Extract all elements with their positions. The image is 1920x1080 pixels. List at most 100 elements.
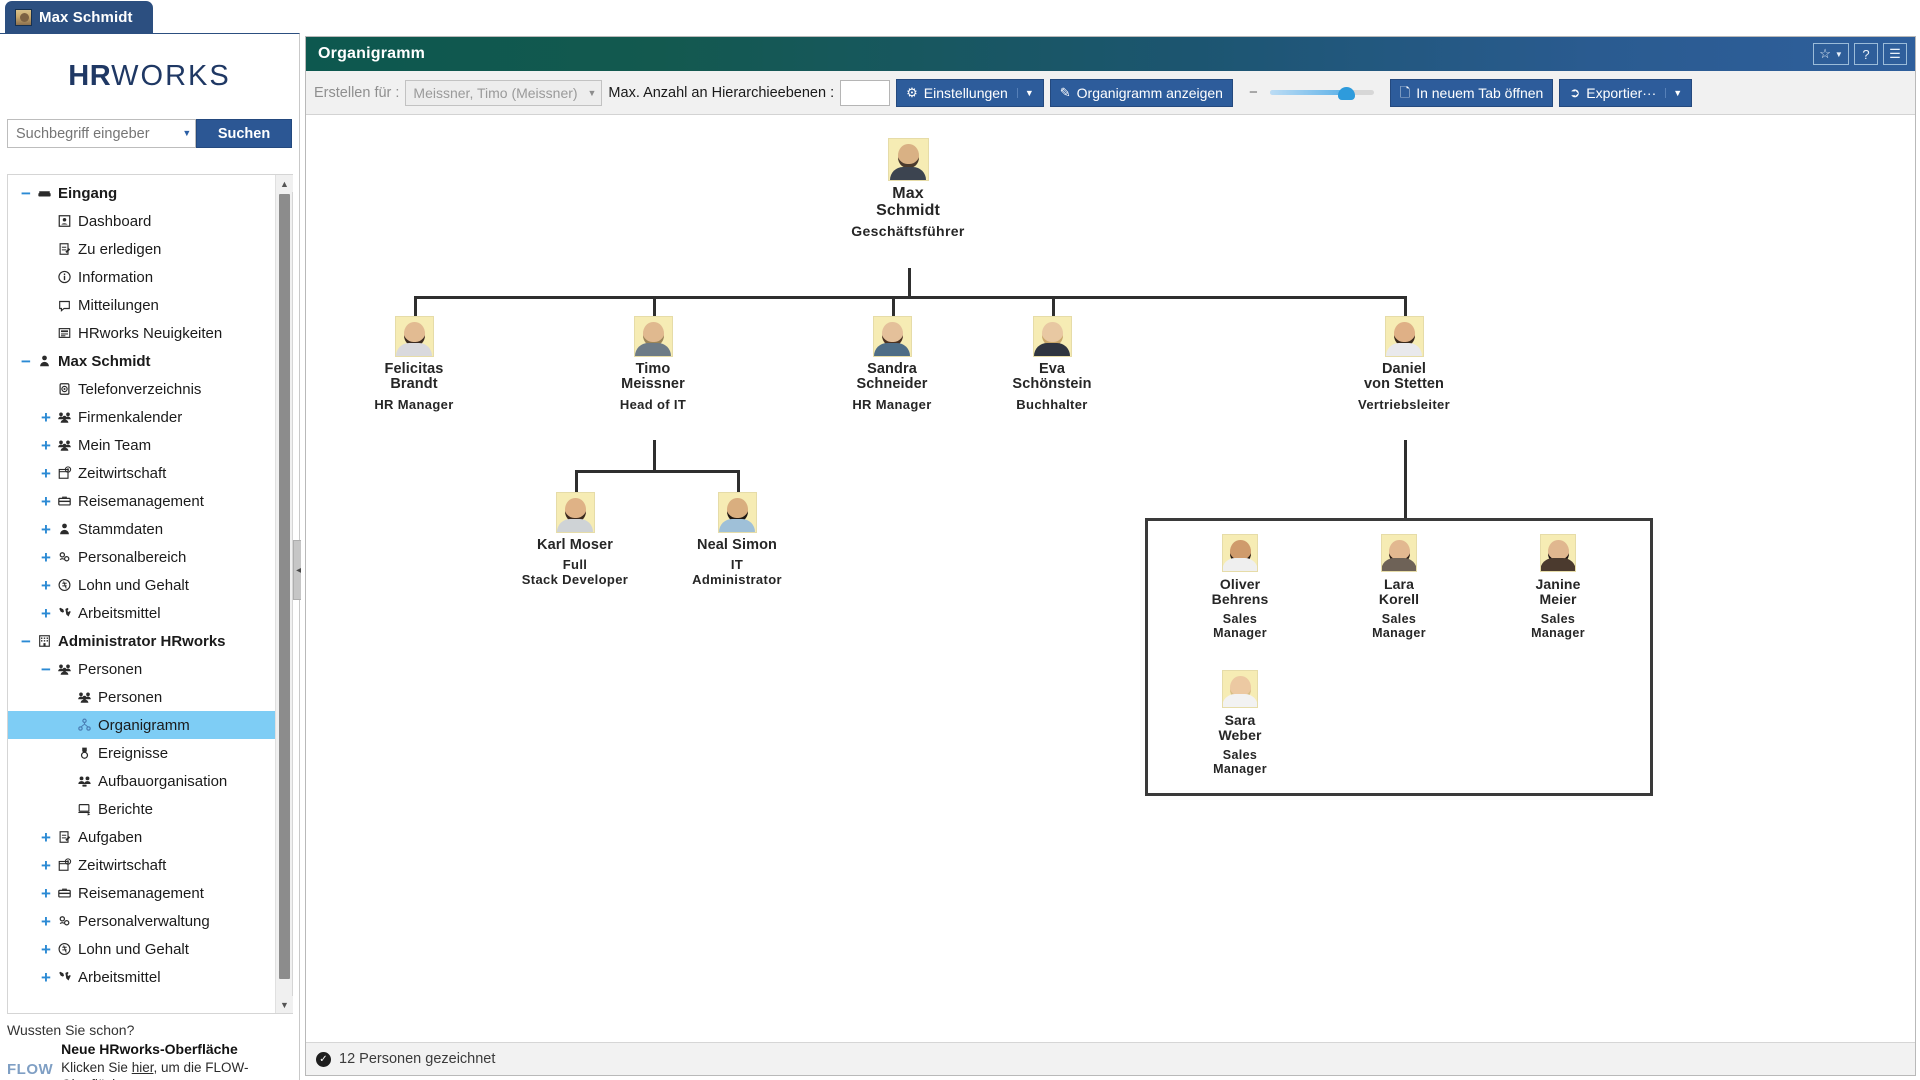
sidebar-item-label: Mein Team (78, 437, 151, 454)
zoom-slider-thumb[interactable] (1338, 87, 1355, 100)
sidebar-item-lohn-und-gehalt[interactable]: +Lohn und Gehalt (8, 935, 275, 963)
orgchart-canvas[interactable]: MaxSchmidtGeschäftsführer FelicitasBrandt… (306, 115, 1915, 1042)
search-input[interactable] (14, 125, 179, 143)
sidebar-item-max-schmidt[interactable]: −Max Schmidt (8, 347, 275, 375)
did-you-know-panel: Wussten Sie schon? FLOW Neue HRworks-Obe… (7, 1022, 293, 1080)
expand-icon[interactable]: + (38, 493, 54, 510)
person-title: Geschäftsführer (843, 224, 973, 240)
sidebar-item-personalbereich[interactable]: +Personalbereich (8, 543, 275, 571)
sidebar-item-reisemanagement[interactable]: +Reisemanagement (8, 487, 275, 515)
sidebar-item-firmenkalender[interactable]: +Firmenkalender (8, 403, 275, 431)
zoom-slider[interactable] (1270, 84, 1374, 102)
scrollbar-thumb[interactable] (279, 194, 290, 979)
orgchart-node[interactable]: OliverBehrensSales Manager (1175, 534, 1305, 640)
sidebar-item-organigramm[interactable]: Organigramm (8, 711, 275, 739)
sidebar-item-eingang[interactable]: −Eingang (8, 179, 275, 207)
hamburger-icon: ☰ (1889, 46, 1901, 62)
sidebar-item-zeitwirtschaft[interactable]: +Zeitwirtschaft (8, 459, 275, 487)
orgchart-node[interactable]: MaxSchmidtGeschäftsführer (843, 138, 973, 240)
orgchart-node[interactable]: Karl MoserFull Stack Developer (510, 492, 640, 588)
collapse-icon[interactable]: − (18, 353, 34, 370)
expand-icon[interactable]: + (38, 941, 54, 958)
expand-icon[interactable]: + (38, 857, 54, 874)
sidebar-item-ereignisse[interactable]: Ereignisse (8, 739, 275, 767)
person-name: SaraWeber (1175, 713, 1305, 743)
collapse-icon[interactable]: − (18, 185, 34, 202)
sidebar-item-aufbauorganisation[interactable]: Aufbauorganisation (8, 767, 275, 795)
sidebar-item-arbeitsmittel[interactable]: +Arbeitsmittel (8, 599, 275, 627)
person-photo-icon (634, 316, 673, 357)
expand-icon[interactable]: + (38, 605, 54, 622)
sidebar-item-personalverwaltung[interactable]: +Personalverwaltung (8, 907, 275, 935)
flow-link[interactable]: hier (132, 1060, 154, 1075)
levels-input[interactable] (840, 80, 890, 106)
expand-icon[interactable]: + (38, 521, 54, 538)
sidebar-item-personen[interactable]: −Personen (8, 655, 275, 683)
sidebar-item-arbeitsmittel[interactable]: +Arbeitsmittel (8, 963, 275, 991)
info-icon (54, 269, 74, 285)
orgchart-node[interactable]: TimoMeissnerHead of IT (588, 316, 718, 413)
orgchart-node[interactable]: JanineMeierSales Manager (1493, 534, 1623, 640)
expand-icon[interactable]: + (38, 913, 54, 930)
minus-icon[interactable]: − (1249, 84, 1258, 101)
person-title: HR Manager (827, 398, 957, 413)
expand-icon[interactable]: + (38, 549, 54, 566)
sidebar-item-mein-team[interactable]: + Mein Team (8, 431, 275, 459)
sidebar-item-zeitwirtschaft[interactable]: +Zeitwirtschaft (8, 851, 275, 879)
expand-icon[interactable]: + (38, 829, 54, 846)
favorite-button[interactable]: ☆ ▼ (1813, 43, 1849, 65)
scroll-down-icon[interactable]: ▼ (276, 996, 293, 1013)
tab-max-schmidt[interactable]: Max Schmidt (5, 1, 153, 33)
help-button[interactable]: ? (1854, 43, 1878, 65)
sidebar-item-label: Mitteilungen (78, 297, 159, 314)
collapse-icon[interactable]: − (18, 633, 34, 650)
menu-button[interactable]: ☰ (1883, 43, 1907, 65)
sidebar-item-label: Aufgaben (78, 829, 142, 846)
person-name: FelicitasBrandt (349, 362, 479, 393)
tab-label: Max Schmidt (39, 9, 133, 26)
export-button[interactable]: ➲ Exportier··· ▼ (1559, 79, 1692, 107)
orgchart-node[interactable]: EvaSchönsteinBuchhalter (987, 316, 1117, 413)
expand-icon[interactable]: + (38, 577, 54, 594)
sidebar-item-administrator-hrworks[interactable]: −Administrator HRworks (8, 627, 275, 655)
chevron-down-icon[interactable]: ▼ (1017, 88, 1034, 98)
person-photo-icon (1033, 316, 1072, 357)
orgchart-node[interactable]: Neal SimonIT Administrator (672, 492, 802, 588)
sidebar-item-hrworks-neuigkeiten[interactable]: HRworks Neuigkeiten (8, 319, 275, 347)
orgchart-node[interactable]: SaraWeberSales Manager (1175, 670, 1305, 776)
person-select[interactable]: Meissner, Timo (Meissner) ▼ (405, 80, 602, 106)
orgchart-node[interactable]: SandraSchneiderHR Manager (827, 316, 957, 413)
open-new-tab-button[interactable]: 🗋 In neuem Tab öffnen (1390, 79, 1554, 107)
expand-icon[interactable]: + (38, 437, 54, 454)
search-button[interactable]: Suchen (196, 119, 292, 148)
orgchart-node[interactable]: Danielvon StettenVertriebsleiter (1339, 316, 1469, 413)
show-chart-label: Organigramm anzeigen (1077, 85, 1223, 101)
expand-icon[interactable]: + (38, 465, 54, 482)
orgchart-node[interactable]: FelicitasBrandtHR Manager (349, 316, 479, 413)
collapse-icon[interactable]: − (38, 661, 54, 678)
sidebar-item-mitteilungen[interactable]: Mitteilungen (8, 291, 275, 319)
expand-icon[interactable]: + (38, 409, 54, 426)
sidebar-item-lohn-und-gehalt[interactable]: + Lohn und Gehalt (8, 571, 275, 599)
sidebar-item-label: Lohn und Gehalt (78, 577, 189, 594)
expand-icon[interactable]: + (38, 969, 54, 986)
sidebar-item-telefonverzeichnis[interactable]: Telefonverzeichnis (8, 375, 275, 403)
expand-icon[interactable]: + (38, 885, 54, 902)
chevron-down-icon[interactable]: ▼ (1665, 88, 1682, 98)
orgchart-node[interactable]: LaraKorellSales Manager (1334, 534, 1464, 640)
sidebar-item-berichte[interactable]: Berichte (8, 795, 275, 823)
show-chart-button[interactable]: ✎ Organigramm anzeigen (1050, 79, 1233, 107)
sidebar-item-dashboard[interactable]: Dashboard (8, 207, 275, 235)
sidebar-item-reisemanagement[interactable]: +Reisemanagement (8, 879, 275, 907)
settings-button[interactable]: ⚙ Einstellungen ▼ (896, 79, 1044, 107)
tree-scrollbar[interactable]: ▲ ▼ (275, 175, 292, 1013)
scroll-up-icon[interactable]: ▲ (276, 175, 293, 192)
chevron-down-icon[interactable]: ▼ (179, 129, 195, 138)
sidebar-item-information[interactable]: Information (8, 263, 275, 291)
sidebar-item-label: Stammdaten (78, 521, 163, 538)
search-box[interactable]: ▼ (7, 119, 196, 148)
sidebar-item-personen[interactable]: Personen (8, 683, 275, 711)
sidebar-item-aufgaben[interactable]: + Aufgaben (8, 823, 275, 851)
sidebar-item-zu-erledigen[interactable]: Zu erledigen (8, 235, 275, 263)
sidebar-item-stammdaten[interactable]: + Stammdaten (8, 515, 275, 543)
